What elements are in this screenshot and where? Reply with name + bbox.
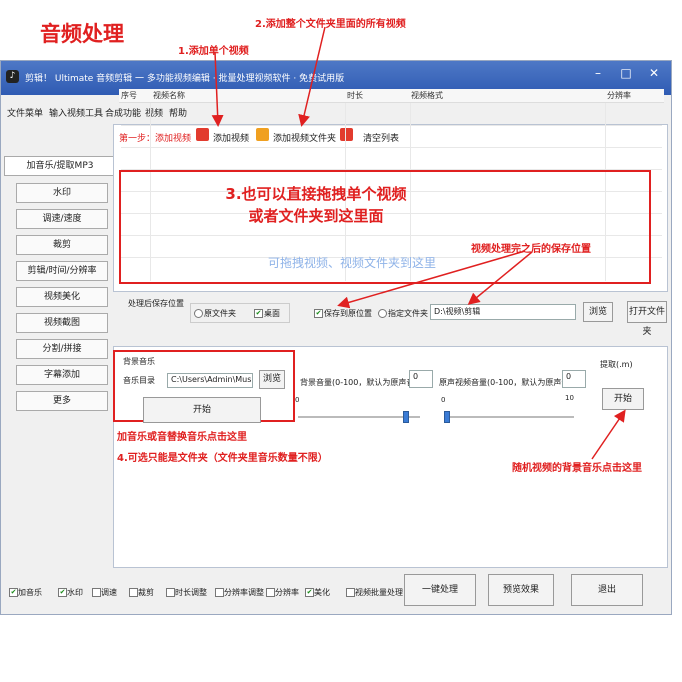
arrow-start-hint (591, 409, 626, 460)
arrow-add-single (211, 51, 224, 127)
arrow-save-left (337, 250, 526, 309)
arrow-save-right (467, 251, 533, 305)
annotation-arrows (211, 26, 626, 460)
arrow-add-folder (298, 26, 326, 127)
